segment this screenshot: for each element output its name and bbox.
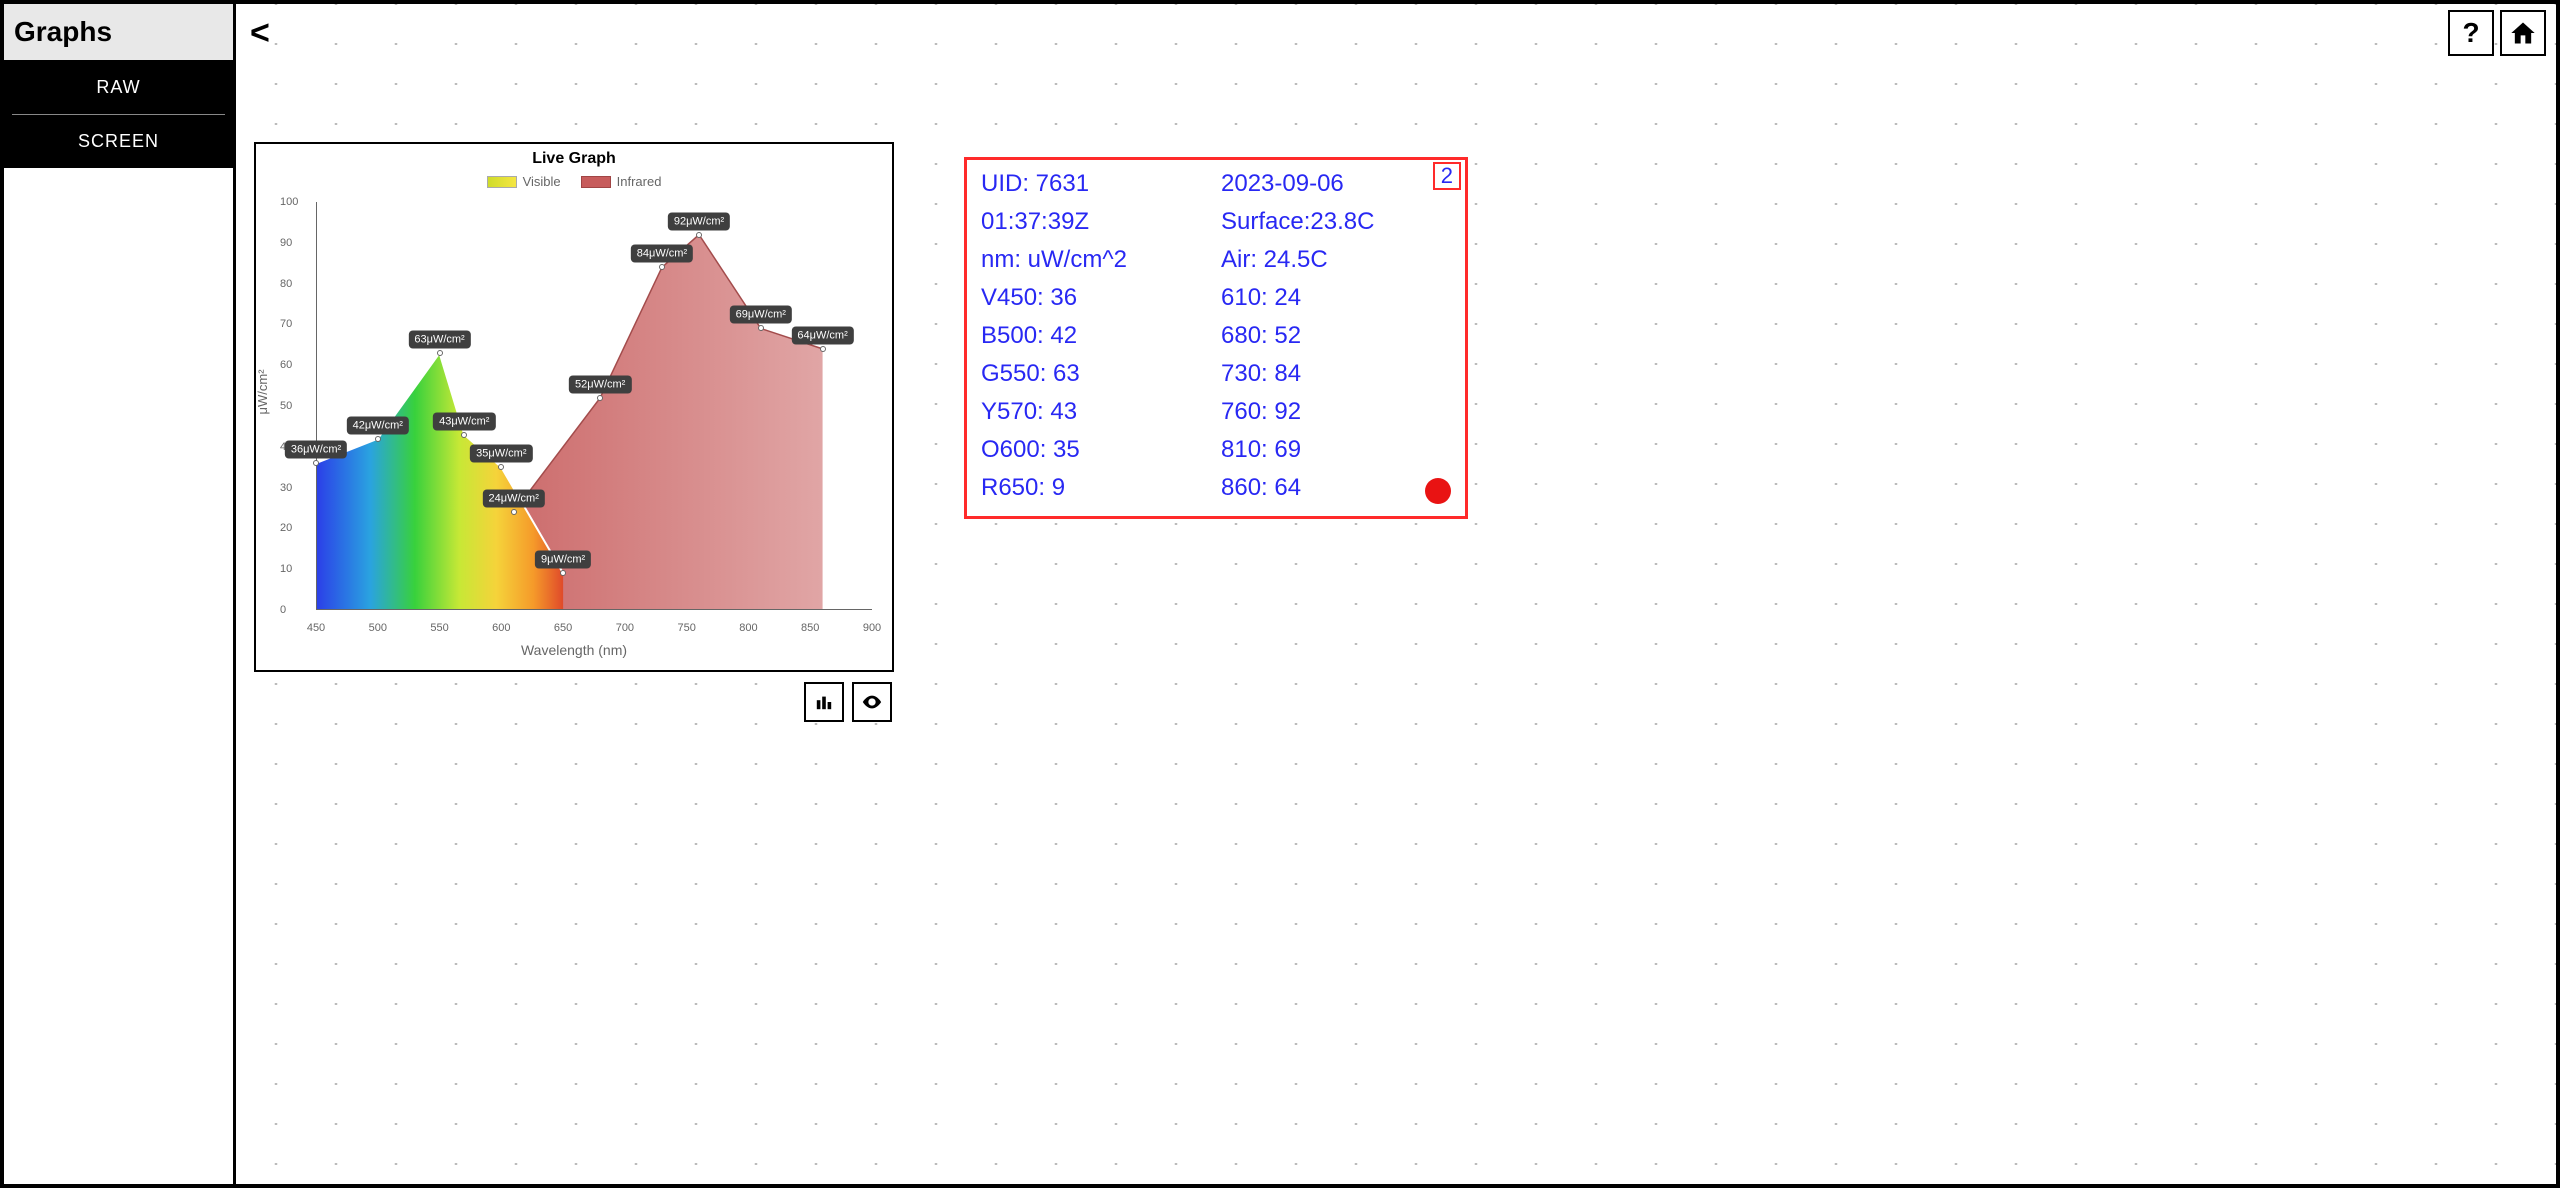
- home-button[interactable]: [2500, 10, 2546, 56]
- chart-panel: Live Graph Visible Infrared μW/cm² Wavel…: [254, 142, 894, 672]
- chart-plot-area: 0102030405060708090100450500550600650700…: [316, 202, 872, 610]
- x-axis-label: Wavelength (nm): [521, 642, 627, 658]
- chart-legend: Visible Infrared: [256, 174, 892, 189]
- data-point: [758, 325, 764, 331]
- legend-visible[interactable]: Visible: [487, 174, 561, 189]
- data-point: [498, 464, 504, 470]
- info-cell: 2023-09-06: [1221, 170, 1451, 198]
- y-tick: 0: [280, 604, 286, 616]
- legend-visible-label: Visible: [523, 174, 561, 189]
- y-tick: 20: [280, 522, 292, 534]
- data-label: 64μW/cm²: [791, 326, 853, 344]
- info-cell: R650: 9: [981, 474, 1211, 502]
- x-tick: 700: [616, 622, 634, 634]
- sidebar: Graphs RAW SCREEN: [4, 4, 236, 1184]
- sidebar-title: Graphs: [14, 16, 223, 48]
- main-area: < ? Live Graph Visible Infrared μW/cm² W: [236, 4, 2556, 1184]
- x-tick: 600: [492, 622, 510, 634]
- data-point: [461, 432, 467, 438]
- data-label: 52μW/cm²: [569, 375, 631, 393]
- data-label: 69μW/cm²: [730, 306, 792, 324]
- y-tick: 100: [280, 196, 298, 208]
- data-point: [313, 460, 319, 466]
- home-icon: [2509, 19, 2537, 47]
- x-tick: 650: [554, 622, 572, 634]
- info-cell: V450: 36: [981, 284, 1211, 312]
- chart-visibility-button[interactable]: [852, 682, 892, 722]
- info-panel: 2 UID: 7631 2023-09-06 01:37:39Z Surface:23…: [964, 157, 1468, 519]
- help-button[interactable]: ?: [2448, 10, 2494, 56]
- info-cell: 760: 92: [1221, 398, 1451, 426]
- data-point: [597, 395, 603, 401]
- info-cell: B500: 42: [981, 322, 1211, 350]
- data-label: 84μW/cm²: [631, 245, 693, 263]
- data-point: [560, 570, 566, 576]
- bars-icon: [815, 693, 833, 711]
- info-cell: nm: uW/cm^2: [981, 246, 1211, 274]
- y-tick: 50: [280, 400, 292, 412]
- chart-bars-button[interactable]: [804, 682, 844, 722]
- sidebar-items: RAW SCREEN: [4, 61, 233, 168]
- info-cell: UID: 7631: [981, 170, 1211, 198]
- x-tick: 500: [369, 622, 387, 634]
- eye-icon: [861, 691, 883, 713]
- data-point: [375, 436, 381, 442]
- info-cell: Y570: 43: [981, 398, 1211, 426]
- chart-area-svg: [316, 202, 872, 610]
- chart-title: Live Graph: [256, 150, 892, 168]
- sidebar-item-raw[interactable]: RAW: [12, 61, 225, 115]
- data-label: 9μW/cm²: [535, 551, 591, 569]
- topbar: < ?: [236, 4, 2556, 62]
- data-label: 43μW/cm²: [433, 412, 495, 430]
- info-cell: 730: 84: [1221, 360, 1451, 388]
- info-count-badge: 2: [1433, 162, 1461, 190]
- data-point: [437, 350, 443, 356]
- data-point: [820, 346, 826, 352]
- info-cell: O600: 35: [981, 436, 1211, 464]
- y-tick: 70: [280, 318, 292, 330]
- y-tick: 30: [280, 482, 292, 494]
- x-tick: 450: [307, 622, 325, 634]
- data-point: [511, 509, 517, 515]
- recording-indicator-icon: [1425, 478, 1451, 504]
- info-cell: 680: 52: [1221, 322, 1451, 350]
- sidebar-header: Graphs: [4, 4, 233, 61]
- info-cell: 860: 64: [1221, 474, 1451, 502]
- data-label: 24μW/cm²: [483, 490, 545, 508]
- x-tick: 750: [677, 622, 695, 634]
- x-tick: 850: [801, 622, 819, 634]
- swatch-infrared-icon: [581, 176, 611, 188]
- x-tick: 800: [739, 622, 757, 634]
- info-cell: G550: 63: [981, 360, 1211, 388]
- chart-action-row: [804, 682, 892, 722]
- help-icon: ?: [2462, 17, 2479, 49]
- legend-infrared-label: Infrared: [617, 174, 662, 189]
- data-point: [696, 232, 702, 238]
- y-tick: 60: [280, 359, 292, 371]
- data-label: 63μW/cm²: [408, 330, 470, 348]
- info-cell: Surface:23.8C: [1221, 208, 1451, 236]
- sidebar-item-screen[interactable]: SCREEN: [4, 115, 233, 168]
- data-label: 36μW/cm²: [285, 441, 347, 459]
- y-tick: 80: [280, 278, 292, 290]
- info-cell: 610: 24: [1221, 284, 1451, 312]
- data-point: [659, 264, 665, 270]
- info-cell: Air: 24.5C: [1221, 246, 1451, 274]
- x-tick: 550: [430, 622, 448, 634]
- data-label: 35μW/cm²: [470, 445, 532, 463]
- info-cell: 01:37:39Z: [981, 208, 1211, 236]
- data-label: 92μW/cm²: [668, 212, 730, 230]
- x-tick: 900: [863, 622, 881, 634]
- back-icon[interactable]: <: [250, 14, 270, 53]
- data-label: 42μW/cm²: [347, 416, 409, 434]
- swatch-visible-icon: [487, 176, 517, 188]
- y-tick: 10: [280, 563, 292, 575]
- info-cell: 810: 69: [1221, 436, 1451, 464]
- content-row: Live Graph Visible Infrared μW/cm² Wavel…: [236, 62, 2556, 692]
- legend-infrared[interactable]: Infrared: [581, 174, 662, 189]
- y-tick: 90: [280, 237, 292, 249]
- y-axis-label: μW/cm²: [255, 369, 270, 414]
